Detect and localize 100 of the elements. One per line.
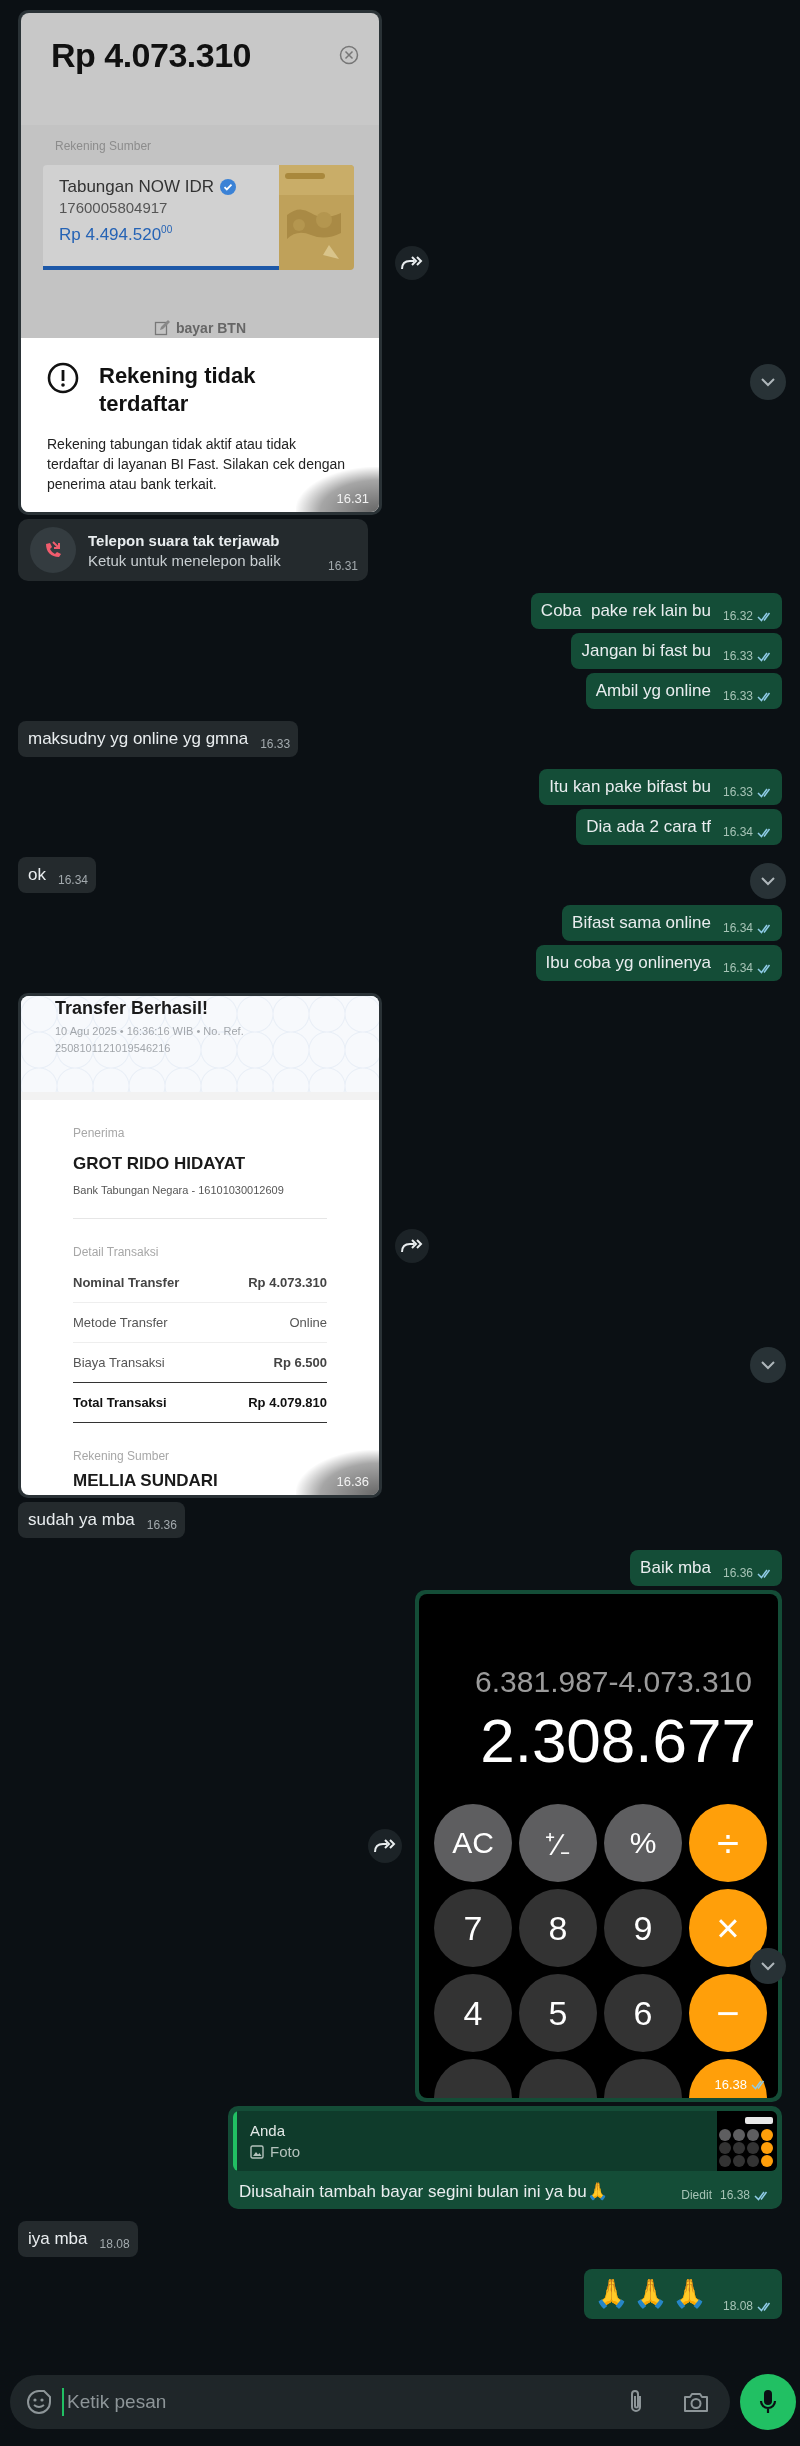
- edited-label: Diedit: [681, 2188, 712, 2202]
- warning-icon: [47, 362, 79, 394]
- message-text: Ibu coba yg onlinenya: [545, 953, 711, 973]
- call-subtitle: Ketuk untuk menelepon balik: [88, 551, 282, 569]
- verified-icon: [219, 179, 236, 195]
- image-message[interactable]: 6.381.987-4.073.310 2.308.677 AC ⁺∕₋ % ÷ 7 8 9 × 4 5 6 − 16.38: [415, 1590, 782, 2102]
- message-time: 16.33: [722, 689, 753, 703]
- message-time: 16.36: [336, 1474, 369, 1489]
- chevron-down-icon: [761, 876, 775, 886]
- message-time: 18.08: [722, 2299, 753, 2313]
- quote-label: Foto: [270, 2143, 300, 2160]
- amount-text: Rp 4.073.310: [51, 35, 252, 75]
- image-icon: [250, 2144, 264, 2159]
- calculator-key: 6: [604, 1974, 682, 2052]
- message-time: 16.34: [722, 921, 753, 935]
- quote-author: Anda: [250, 2122, 287, 2139]
- detail-value: Rp 6.500: [273, 1355, 327, 1370]
- message-field[interactable]: Ketik pesan: [10, 2375, 730, 2429]
- section-label: Penerima: [73, 1126, 126, 1140]
- forward-icon: [374, 1838, 396, 1854]
- forward-icon: [401, 254, 423, 271]
- edit-icon: [154, 320, 170, 336]
- message-time: 16.32: [722, 609, 753, 623]
- message-time: 16.38: [719, 2188, 750, 2202]
- message-text: sudah ya mba: [28, 1510, 135, 1530]
- dialog-title: Rekening tidak terdaftar: [99, 362, 257, 418]
- calculator-key: 8: [519, 1889, 597, 1967]
- message-time: 16.36: [722, 1566, 753, 1580]
- calculator-key: ⁺∕₋: [519, 1804, 597, 1882]
- calculator-key: 5: [519, 1974, 597, 2052]
- message-time: 18.08: [99, 2237, 130, 2251]
- detail-label: Nominal Transfer: [73, 1275, 180, 1290]
- message-text: Dia ada 2 cara tf: [586, 817, 711, 837]
- detail-value: Rp 4.079.810: [248, 1395, 327, 1410]
- message-text: Jangan bi fast bu: [581, 641, 711, 661]
- forward-button[interactable]: [395, 1228, 429, 1263]
- sender-name: MELLIA SUNDARI: [73, 1471, 219, 1491]
- calculator-expression: 6.381.987-4.073.310: [474, 1664, 753, 1700]
- detail-label: Biaya Transaksi: [73, 1355, 165, 1370]
- message-text: ok: [28, 865, 46, 885]
- message-time: 16.33: [260, 737, 291, 751]
- message-time: 16.33: [722, 649, 753, 663]
- chevron-down-icon: [761, 376, 775, 387]
- calculator-key: 9: [604, 1889, 682, 1967]
- detail-value: Online: [289, 1315, 327, 1330]
- account-number: 1760005804917: [59, 199, 169, 216]
- scroll-down-button[interactable]: [750, 863, 786, 899]
- camera-icon[interactable]: [682, 2390, 710, 2414]
- detail-label: Total Transaksi: [73, 1395, 167, 1410]
- section-label: Detail Transaksi: [73, 1245, 160, 1259]
- call-bubble[interactable]: Telepon suara tak terjawab Ketuk untuk menelepon balik 16.31: [18, 519, 368, 581]
- text-input[interactable]: Ketik pesan: [62, 2388, 616, 2416]
- message-text: Diusahain tambah bayar segini bulan ini ya bu🙏: [239, 2181, 608, 2202]
- chevron-down-icon: [761, 1961, 775, 1972]
- calculator-key: 7: [434, 1889, 512, 1967]
- calculator-key: −: [689, 1974, 767, 2052]
- message-time: 16.31: [327, 559, 358, 573]
- recipient-name: GROT RIDO HIDAYAT: [73, 1154, 247, 1174]
- message-text: Ambil yg online: [595, 681, 711, 701]
- scroll-down-button[interactable]: [750, 363, 786, 400]
- calculator-key: ×: [689, 1889, 767, 1967]
- microphone-icon: [759, 2389, 777, 2415]
- account-name: Tabungan NOW IDR: [59, 177, 214, 197]
- calculator-result: 2.308.677: [479, 1705, 757, 1777]
- message-time: 16.33: [722, 785, 753, 799]
- message-time: 16.34: [722, 961, 753, 975]
- forward-icon: [401, 1237, 423, 1254]
- message-text: maksudny yg online yg gmna: [28, 729, 249, 749]
- calculator-key: %: [604, 1804, 682, 1882]
- quoted-message[interactable]: Anda Foto: [233, 2111, 777, 2171]
- message-text: Itu kan pake bifast bu: [549, 777, 711, 797]
- calculator-key: 4: [434, 1974, 512, 2052]
- calculator-key: AC: [434, 1804, 512, 1882]
- message-time: 16.38: [714, 2077, 747, 2092]
- emoji-text: 🙏🙏🙏: [593, 2277, 711, 2311]
- dialog-text: Rekening tabungan tidak aktif atau tidak terdaftar di layanan BI Fast. Silakan cek dengan penerima atau bank terkait.: [47, 435, 347, 494]
- call-title: Telepon suara tak terjawab: [88, 531, 281, 549]
- section-label: Rekening Sumber: [73, 1449, 171, 1463]
- message-text: iya mba: [28, 2229, 88, 2249]
- voice-message-button[interactable]: [740, 2374, 796, 2430]
- detail-value: Rp 4.073.310: [248, 1275, 327, 1290]
- sticker-icon[interactable]: [26, 2389, 52, 2415]
- action-label: bayar BTN: [176, 320, 246, 336]
- calculator-key: ÷: [689, 1804, 767, 1882]
- forward-button[interactable]: [368, 1829, 402, 1863]
- forward-button[interactable]: [395, 245, 429, 280]
- receipt-meta: 10 Agu 2025 • 16:36:16 WIB • No. Ref. 2508101121019546216: [55, 1024, 245, 1056]
- message-text: Bifast sama online: [572, 913, 711, 933]
- message-text: Baik mba: [640, 1558, 711, 1578]
- receipt-title: Transfer Berhasil!: [55, 997, 210, 1019]
- message-text: Coba pake rek lain bu: [540, 601, 711, 621]
- message-time: 16.36: [146, 1518, 177, 1532]
- scroll-down-button[interactable]: [750, 1346, 786, 1383]
- message-time: 16.34: [57, 873, 88, 887]
- recipient-bank: Bank Tabungan Negara - 16101030012609: [73, 1184, 327, 1219]
- balance-text: Rp 4.494.520$^{00}$: [59, 224, 174, 245]
- message-time: 16.31: [336, 491, 369, 506]
- message-time: 16.34: [722, 825, 753, 839]
- close-icon: [339, 45, 359, 65]
- detail-label: Metode Transfer: [73, 1315, 168, 1330]
